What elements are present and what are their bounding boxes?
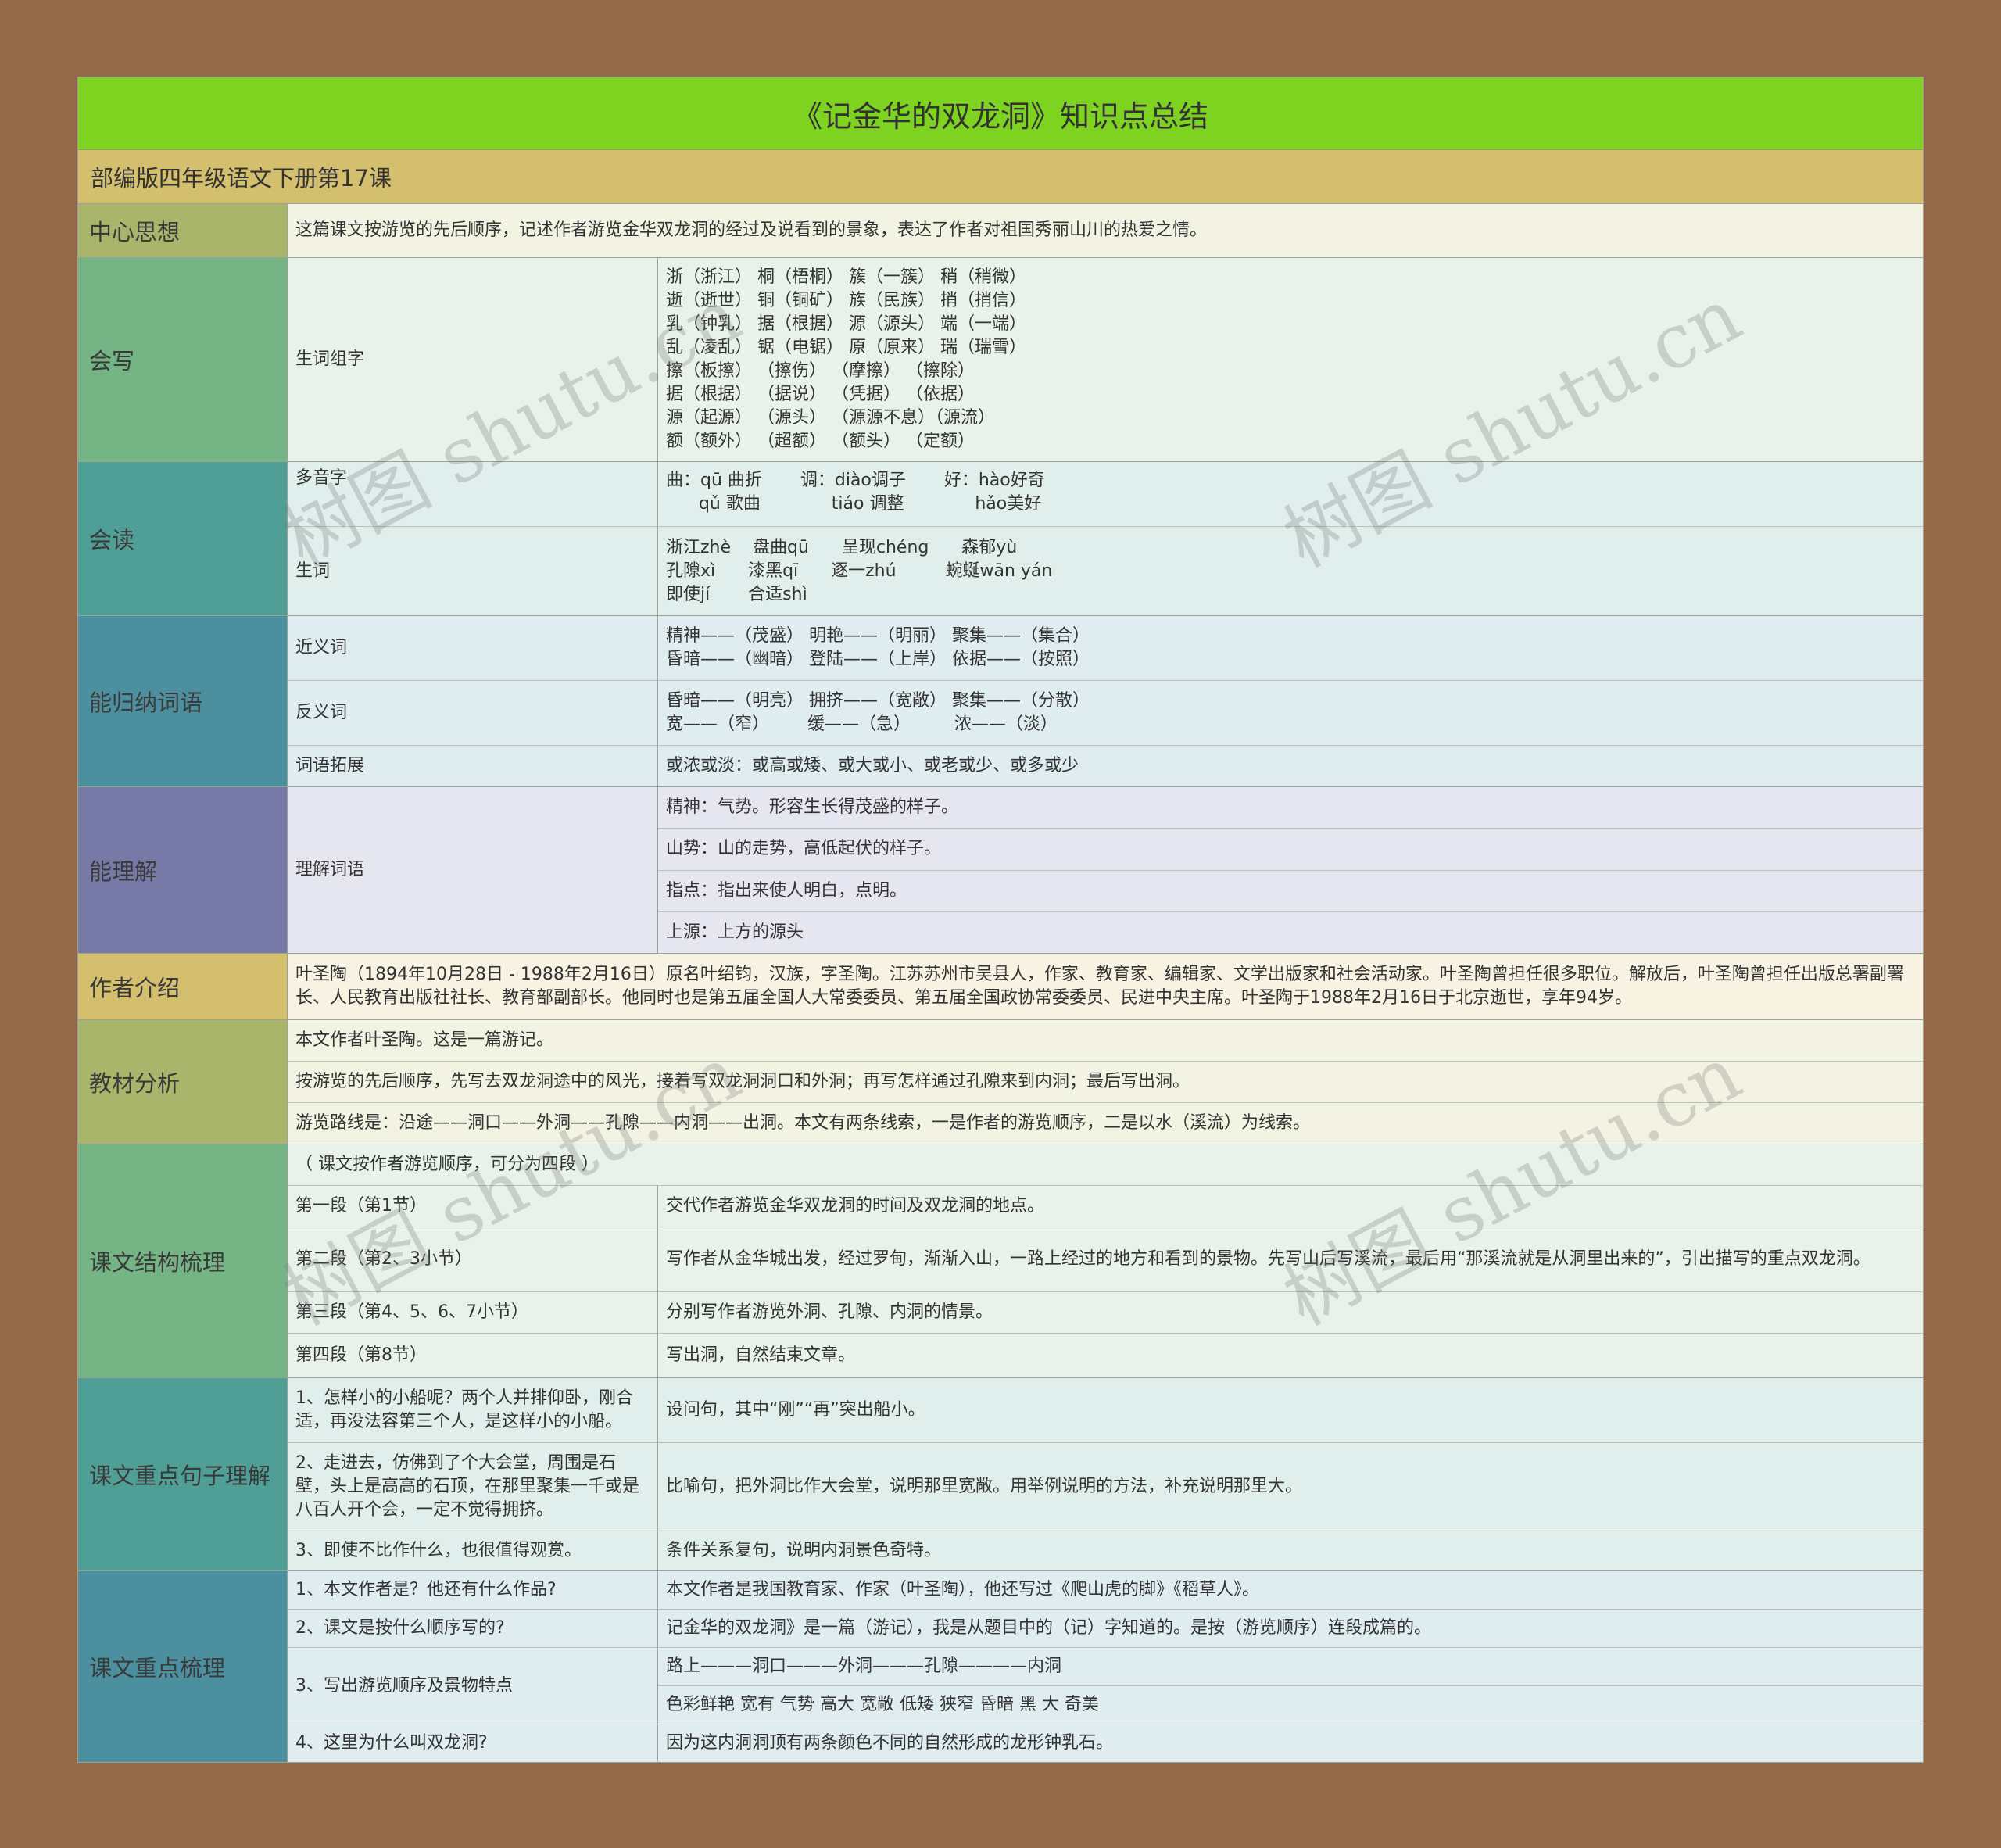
structure-intro: （ 课文按作者游览顺序，可分为四段 ） [295,1155,599,1174]
question: 2、课文是按什么顺序写的? [288,1610,658,1647]
sub-label: 生词组字 [288,258,658,461]
sentence-quote: 2、走进去，仿佛到了个大会堂，周围是石壁，头上是高高的石顶，在那里聚集一千或是八… [288,1443,658,1531]
section-key-points: 课文重点梳理 1、本文作者是？他还有什么作品? 本文作者是我国教育家、作家（叶圣… [78,1571,1923,1762]
paragraph-summary: 写出洞，自然结束文章。 [666,1345,856,1365]
section-key-sentences: 课文重点句子理解 1、怎样小的小船呢？两个人并排仰卧，刚合适，再没法容第三个人，… [78,1378,1923,1571]
section-label: 会读 [78,462,288,615]
answer: 因为这内洞洞顶有两条颜色不同的自然形成的龙形钟乳石。 [666,1733,1114,1753]
page-title: 《记金华的双龙洞》知识点总结 [78,77,1923,150]
definition-item: 山势：山的走势，高低起伏的样子。 [658,829,1923,871]
section-words: 能归纳词语 近义词 精神——（茂盛） 明艳——（明丽） 聚集——（集合） 昏暗—… [78,616,1923,787]
section-label: 作者介绍 [78,954,288,1019]
definition-item: 指点：指出来使人明白，点明。 [658,871,1923,912]
word-expansion-text: 或浓或淡：或高或矮、或大或小、或老或少、或多或少 [666,756,1079,775]
section-label: 能理解 [78,787,288,953]
question: 1、本文作者是？他还有什么作品? [288,1571,658,1609]
sub-label: 近义词 [288,616,658,680]
answer: 色彩鲜艳 宽有 气势 高大 宽敞 低矮 狭窄 昏暗 黑 大 奇美 [666,1695,1099,1714]
analysis-item: 游览路线是：沿途——洞口——外洞——孔隙——内洞——出洞。本文有两条线索，一是作… [295,1113,1311,1133]
sub-label: 理解词语 [288,787,658,953]
question: 3、写出游览顺序及景物特点 [288,1648,658,1724]
section-structure: 课文结构梳理 （ 课文按作者游览顺序，可分为四段 ） 第一段（第1节） 交代作者… [78,1144,1923,1378]
author-text: 叶圣陶（1894年10月28日 - 1988年2月16日）原名叶绍钧，汉族，字圣… [288,954,1923,1019]
answer: 本文作者是我国教育家、作家（叶圣陶），他还写过《爬山虎的脚》《稻草人》。 [666,1580,1260,1599]
new-words-text: 浙江zhè 盘曲qū 呈现chéng 森郁yù 孔隙xì 漆黑qī 逐一zhú … [666,537,1053,604]
sub-label: 反义词 [288,681,658,745]
definition-item: 精神：气势。形容生长得茂盛的样子。 [658,787,1923,829]
paragraph-summary: 写作者从金华城出发，经过罗甸，渐渐入山，一路上经过的地方和看到的景物。先写山后写… [666,1249,1870,1269]
section-analysis: 教材分析 本文作者叶圣陶。这是一篇游记。 按游览的先后顺序，先写去双龙洞途中的风… [78,1020,1923,1144]
sentence-quote: 3、即使不比作什么，也很值得观赏。 [288,1531,658,1570]
question: 4、这里为什么叫双龙洞? [288,1724,658,1762]
lesson-subtitle: 部编版四年级语文下册第17课 [78,150,1923,204]
section-label: 课文结构梳理 [78,1144,288,1377]
sub-label: 第三段（第4、5、6、7小节） [288,1292,658,1333]
sub-label: 词语拓展 [288,746,658,786]
answer: 路上———洞口———外洞———孔隙————内洞 [658,1648,1923,1686]
polyphone-text: 曲：qū 曲折 调：diào调子 好：hào好奇 qǔ 歌曲 tiáo 调整 h… [666,471,1045,514]
sub-label: 第二段（第2、3小节） [288,1227,658,1291]
sentence-quote: 1、怎样小的小船呢？两个人并排仰卧，刚合适，再没法容第三个人，是这样小的小船。 [288,1378,658,1442]
analysis-item: 本文作者叶圣陶。这是一篇游记。 [288,1020,1923,1062]
section-label: 课文重点句子理解 [78,1378,288,1570]
answer: 记金华的双龙洞》是一篇（游记），我是从题目中的（记）字知道的。是按（游览顺序）连… [666,1618,1432,1638]
knowledge-table: 《记金华的双龙洞》知识点总结 部编版四年级语文下册第17课 中心思想 这篇课文按… [77,77,1924,1763]
section-read: 会读 多音字 曲：qū 曲折 调：diào调子 好：hào好奇 qǔ 歌曲 ti… [78,462,1923,616]
sub-label: 第一段（第1节） [288,1186,658,1227]
sub-label: 第四段（第8节） [288,1334,658,1377]
section-label: 能归纳词语 [78,616,288,786]
center-idea-text: 这篇课文按游览的先后顺序，记述作者游览金华双龙洞的经过及说看到的景象，表达了作者… [288,204,1923,257]
definition-item: 上源：上方的源头 [666,922,804,942]
analysis-item: 按游览的先后顺序，先写去双龙洞途中的风光，接着写双龙洞洞口和外洞；再写怎样通过孔… [288,1062,1923,1103]
section-label: 中心思想 [78,204,288,257]
synonyms-text: 精神——（茂盛） 明艳——（明丽） 聚集——（集合） 昏暗——（幽暗） 登陆——… [666,626,1090,669]
paragraph-summary: 分别写作者游览外洞、孔隙、内洞的情景。 [666,1302,993,1322]
sentence-analysis: 条件关系复句，说明内洞景色奇特。 [666,1541,942,1560]
paragraph-summary: 交代作者游览金华双龙洞的时间及双龙洞的地点。 [666,1196,1045,1216]
sub-label: 多音字 [288,462,658,526]
section-write: 会写 生词组字 浙（浙江） 桐（梧桐） 簇（一簇） 稍（稍微） 逝（逝世） 铜（… [78,258,1923,462]
section-author: 作者介绍 叶圣陶（1894年10月28日 - 1988年2月16日）原名叶绍钧，… [78,954,1923,1020]
section-understand: 能理解 理解词语 精神：气势。形容生长得茂盛的样子。 山势：山的走势，高低起伏的… [78,787,1923,954]
section-center-idea: 中心思想 这篇课文按游览的先后顺序，记述作者游览金华双龙洞的经过及说看到的景象，… [78,204,1923,258]
antonyms-text: 昏暗——（明亮） 拥挤——（宽敞） 聚集——（分散） 宽——（窄） 缓——（急）… [666,691,1090,734]
word-group-text: 浙（浙江） 桐（梧桐） 簇（一簇） 稍（稍微） 逝（逝世） 铜（铜矿） 族（民族… [666,267,1026,451]
sentence-analysis: 设问句，其中“刚”“再”突出船小。 [666,1400,925,1420]
section-label: 教材分析 [78,1020,288,1144]
section-label: 会写 [78,258,288,461]
sentence-analysis: 比喻句，把外洞比作大会堂，说明那里宽敞。用举例说明的方法，补充说明那里大。 [666,1477,1303,1496]
section-label: 课文重点梳理 [78,1571,288,1762]
sub-label: 生词 [288,527,658,615]
